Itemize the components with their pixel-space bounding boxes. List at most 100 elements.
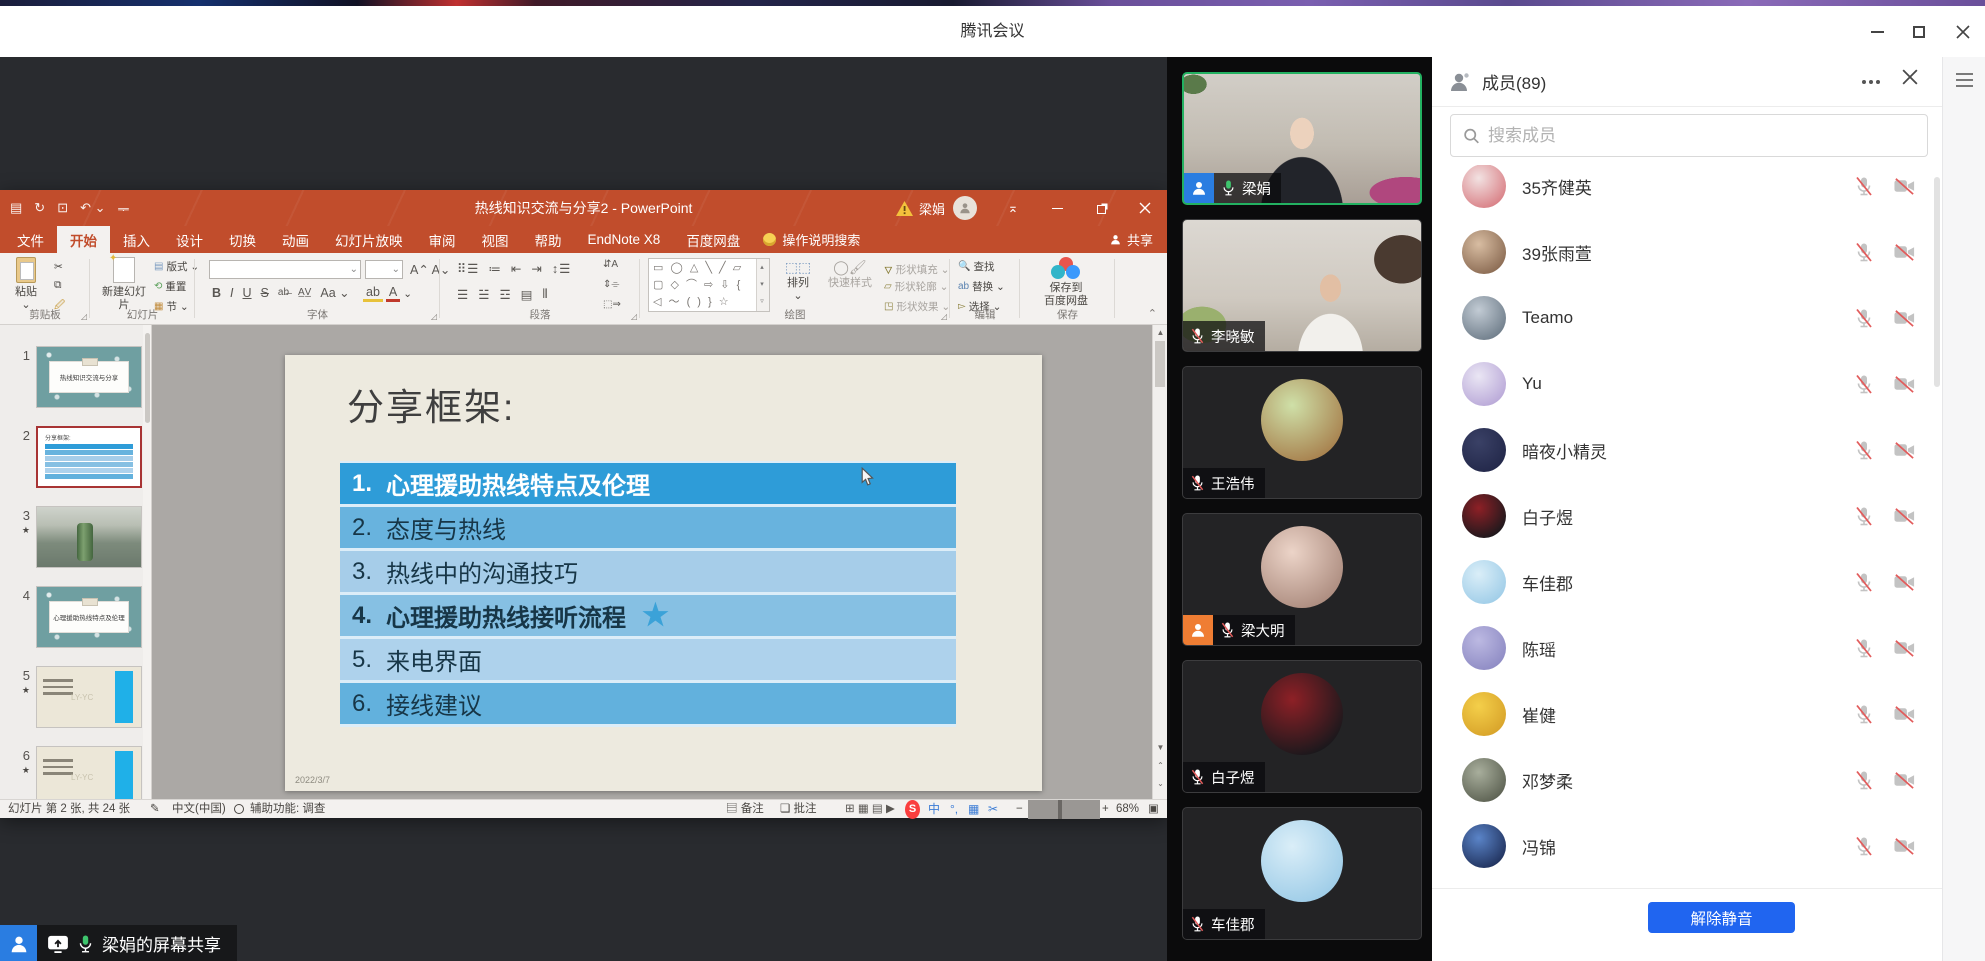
- fit-to-window-icon[interactable]: ▣: [1148, 800, 1159, 819]
- dialog-launcher-icon[interactable]: ◿: [631, 312, 637, 321]
- ppt-ribbon-tab-EndNote X8[interactable]: EndNote X8: [575, 226, 674, 253]
- member-row-35齐健英[interactable]: 35齐健英: [1432, 165, 1942, 219]
- unmute-button[interactable]: 解除静音: [1648, 902, 1795, 933]
- language-indicator[interactable]: 中文(中国): [172, 800, 226, 819]
- member-search-box[interactable]: [1450, 114, 1928, 157]
- member-row-陈瑶[interactable]: 陈瑶: [1432, 615, 1942, 681]
- ppt-close-button[interactable]: [1123, 190, 1167, 226]
- account-avatar-icon[interactable]: [953, 196, 977, 220]
- slide[interactable]: 分享框架: 1. 心理援助热线特点及伦理 ★ 2. 态度与热线 ★ 3. 热线中…: [285, 355, 1042, 791]
- mic-muted-icon[interactable]: [1853, 637, 1875, 659]
- sogou-ime-icon[interactable]: S: [905, 800, 920, 819]
- camera-muted-icon[interactable]: [1893, 241, 1916, 263]
- view-buttons[interactable]: ⊞ ▦ ▤ ▶: [845, 800, 895, 819]
- ppt-ribbon-tab-幻灯片放映[interactable]: 幻灯片放映: [322, 226, 416, 253]
- layout-button[interactable]: ▤ 版式 ⌄: [154, 259, 199, 274]
- thumbnail-preview[interactable]: 心理援助热线特点及伦理: [36, 586, 142, 648]
- camera-muted-icon[interactable]: [1893, 307, 1916, 329]
- arrange-button[interactable]: ⬚⬚ 排列 ⌄: [778, 260, 818, 303]
- ppt-ribbon-tab-视图[interactable]: 视图: [469, 226, 522, 253]
- hamburger-icon[interactable]: [1956, 73, 1973, 91]
- mic-muted-icon[interactable]: [1853, 835, 1875, 857]
- minimize-button[interactable]: [1860, 6, 1894, 57]
- member-row-邓梦柔[interactable]: 邓梦柔: [1432, 747, 1942, 813]
- ppt-restore-button[interactable]: [1079, 190, 1123, 226]
- scroll-up-icon[interactable]: ▲: [1153, 325, 1167, 340]
- camera-muted-icon[interactable]: [1893, 637, 1916, 659]
- scrollbar-thumb[interactable]: [1155, 341, 1165, 387]
- list-indent-buttons[interactable]: ⠿☰ ≔ ⇤ ⇥ ↕☰: [454, 261, 574, 276]
- slide-thumbnail[interactable]: 6 ★ LY-YC: [0, 746, 151, 799]
- tell-me-search[interactable]: 操作说明搜索: [763, 226, 860, 253]
- video-tile-车佳郡[interactable]: 车佳郡: [1182, 807, 1422, 940]
- video-tile-李晓敏[interactable]: 李晓敏: [1182, 219, 1422, 352]
- zoom-level[interactable]: 68%: [1116, 800, 1139, 819]
- notes-button[interactable]: ▤ 备注: [726, 800, 764, 819]
- video-tile-梁大明[interactable]: 梁大明: [1182, 513, 1422, 646]
- mic-muted-icon[interactable]: [1853, 769, 1875, 791]
- spellcheck-icon[interactable]: ✎: [150, 800, 160, 819]
- camera-muted-icon[interactable]: [1893, 571, 1916, 593]
- member-search-input[interactable]: [1488, 125, 1915, 146]
- maximize-button[interactable]: [1902, 6, 1936, 57]
- window-titlebar[interactable]: 腾讯会议: [0, 6, 1985, 57]
- ppt-ribbon-tab-插入[interactable]: 插入: [110, 226, 163, 253]
- dialog-launcher-icon[interactable]: ◿: [431, 312, 437, 321]
- camera-muted-icon[interactable]: [1893, 439, 1916, 461]
- cut-button[interactable]: ✂: [54, 261, 63, 273]
- warning-icon[interactable]: [895, 200, 913, 216]
- ppt-ribbon-tab-开始[interactable]: 开始: [57, 226, 110, 253]
- ppt-ribbon-tab-帮助[interactable]: 帮助: [522, 226, 575, 253]
- zoom-in-icon[interactable]: +: [1102, 800, 1109, 819]
- paste-button[interactable]: 粘贴 ⌄: [6, 257, 46, 312]
- thumbnail-preview[interactable]: [36, 506, 142, 568]
- thumbnail-preview[interactable]: 热线知识交流与分享: [36, 346, 142, 408]
- collapse-ribbon-button[interactable]: ⌃: [1148, 307, 1157, 320]
- thumbnail-preview[interactable]: 分享框架:: [36, 426, 142, 488]
- mic-muted-icon[interactable]: [1853, 241, 1875, 263]
- ppt-ribbon-tab-百度网盘[interactable]: 百度网盘: [673, 226, 753, 253]
- ppt-titlebar[interactable]: ▤ ↻ ⊡ ↶ ⌄ ᆕ 热线知识交流与分享2 - PowerPoint 梁娟 ⌅: [0, 190, 1167, 226]
- ime-punctuation-icon[interactable]: °,: [950, 800, 958, 819]
- shape-outline-button[interactable]: ▱ 形状轮廓 ⌄: [884, 279, 948, 294]
- replace-button[interactable]: ab 替换 ⌄: [958, 279, 1005, 294]
- ppt-account-name[interactable]: 梁娟: [919, 199, 945, 218]
- mic-muted-icon[interactable]: [1853, 175, 1875, 197]
- align-text-button[interactable]: ⇕⌯: [600, 279, 622, 290]
- zoom-slider-thumb[interactable]: [1058, 800, 1062, 819]
- dialog-launcher-icon[interactable]: ◿: [81, 312, 87, 321]
- slide-thumbnail[interactable]: 3 ★: [0, 506, 151, 578]
- dialog-launcher-icon[interactable]: ◿: [941, 312, 947, 321]
- thumbnail-scrollbar[interactable]: [143, 325, 151, 799]
- camera-muted-icon[interactable]: [1893, 703, 1916, 725]
- previous-slide-button[interactable]: ⌃: [1153, 758, 1167, 773]
- close-panel-icon[interactable]: [1902, 69, 1918, 90]
- mic-muted-icon[interactable]: [1853, 373, 1875, 395]
- camera-muted-icon[interactable]: [1893, 769, 1916, 791]
- quick-styles-button[interactable]: ◯🖌 快速样式: [822, 260, 878, 290]
- font-size-select[interactable]: ⌄: [365, 260, 403, 279]
- canvas-scrollbar[interactable]: ▲ ▼ ⌃ ⌄: [1152, 325, 1167, 799]
- comments-button[interactable]: ❏ 批注: [780, 800, 817, 819]
- member-row-冯锦[interactable]: 冯锦: [1432, 813, 1942, 879]
- member-row-Yu[interactable]: Yu: [1432, 351, 1942, 417]
- ppt-ribbon-tab-设计[interactable]: 设计: [163, 226, 216, 253]
- members-scrollbar-thumb[interactable]: [1934, 177, 1940, 387]
- font-style-buttons[interactable]: BIUS ab̶ A̲V̲ Aa ⌄: [209, 285, 353, 301]
- ime-keyboard-icon[interactable]: ▦: [968, 800, 979, 819]
- ime-language-icon[interactable]: 中: [928, 800, 940, 819]
- copy-button[interactable]: ⧉: [54, 279, 62, 292]
- video-tile-王浩伟[interactable]: 王浩伟: [1182, 366, 1422, 499]
- new-slide-button[interactable]: 新建幻灯片: [98, 252, 150, 312]
- thumbnail-preview[interactable]: LY-YC: [36, 746, 142, 799]
- member-row-Teamo[interactable]: Teamo: [1432, 285, 1942, 351]
- video-tile-白子煜[interactable]: 白子煜: [1182, 660, 1422, 793]
- slide-thumbnail-panel[interactable]: 1 ★ 热线知识交流与分享 2 ★ 分享框架: 3 ★ 4 ★ 心理援助热线特点…: [0, 325, 152, 799]
- ppt-ribbon-tab-文件[interactable]: 文件: [4, 226, 57, 253]
- slide-number-indicator[interactable]: 幻灯片 第 2 张, 共 24 张: [8, 800, 130, 819]
- ppt-ribbon-tab-审阅[interactable]: 审阅: [416, 226, 469, 253]
- member-row-39张雨萱[interactable]: 39张雨萱: [1432, 219, 1942, 285]
- text-direction-button[interactable]: ⇵A: [600, 259, 621, 270]
- camera-muted-icon[interactable]: [1893, 835, 1916, 857]
- slide-thumbnail[interactable]: 2 ★ 分享框架:: [0, 426, 151, 498]
